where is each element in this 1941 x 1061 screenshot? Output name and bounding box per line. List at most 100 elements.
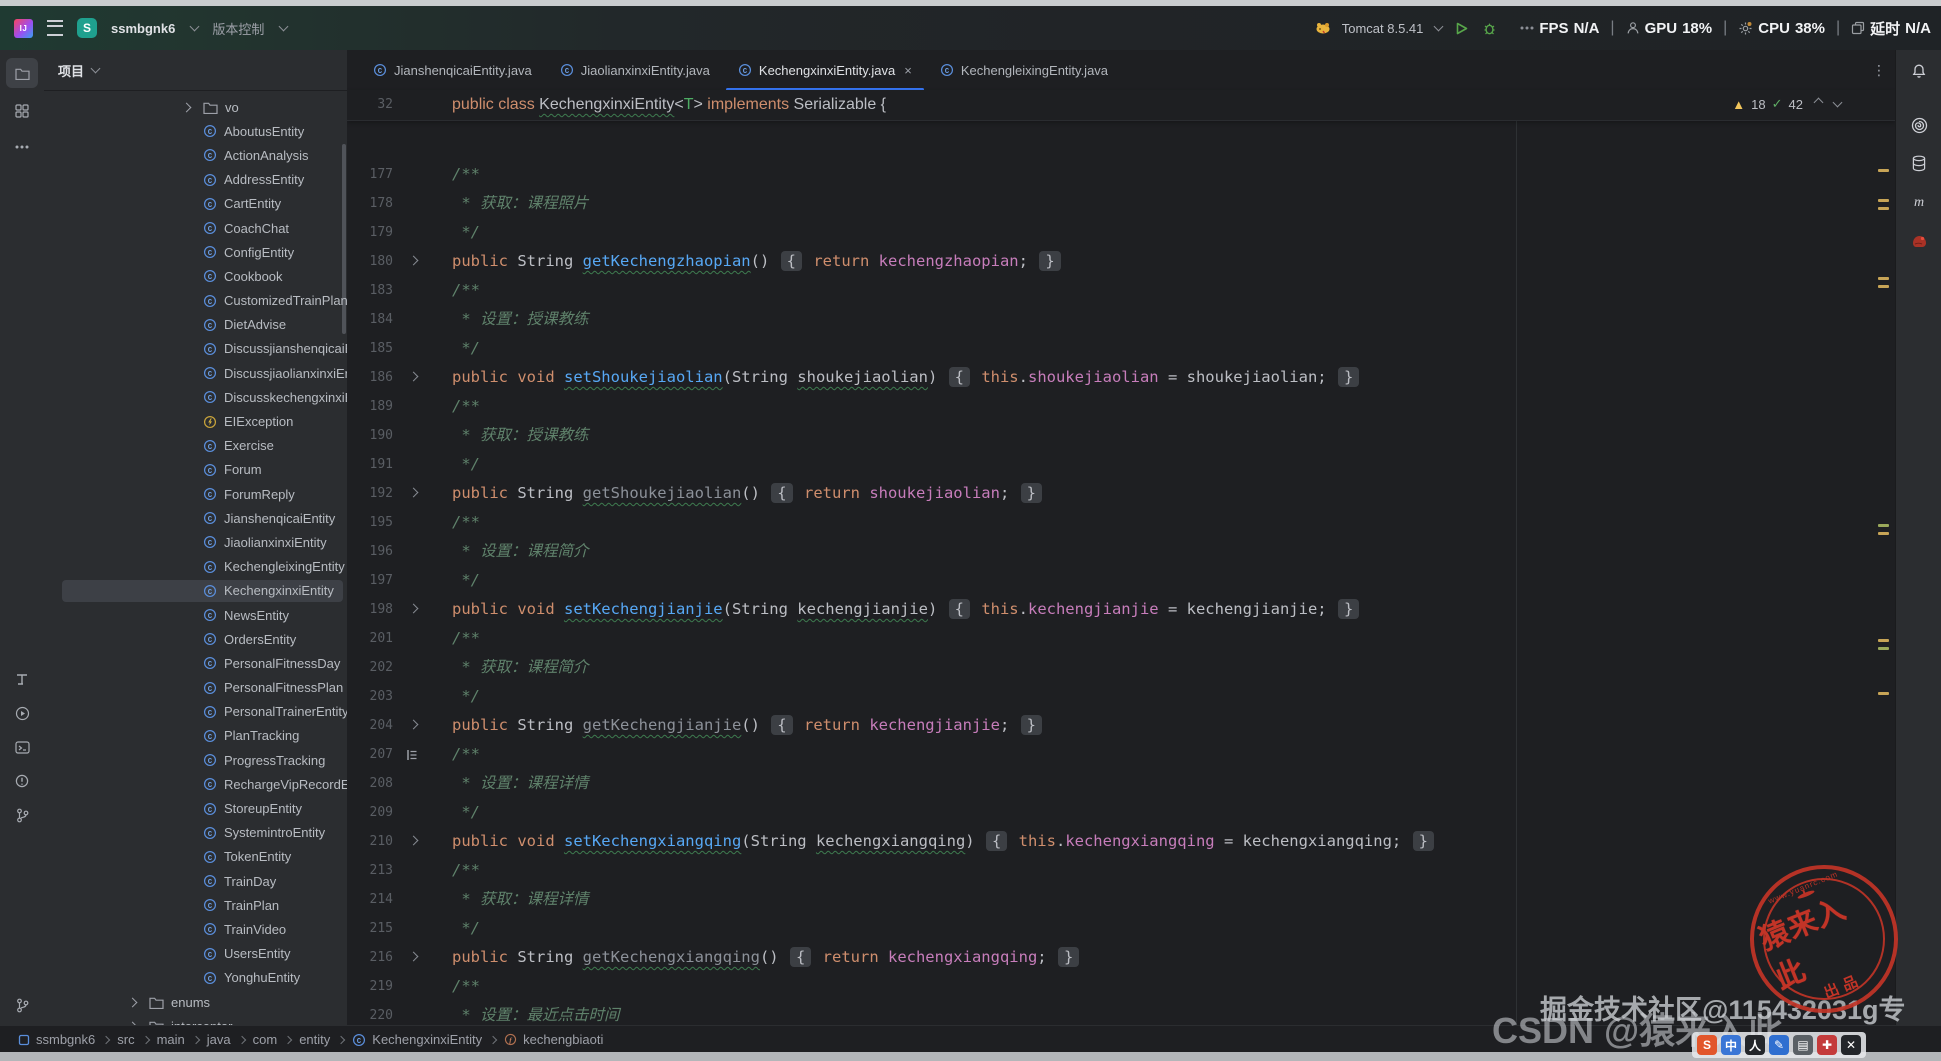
problems-icon[interactable] bbox=[6, 766, 38, 796]
stripe-warning-mark[interactable] bbox=[1878, 277, 1889, 280]
breadcrumb-item-java[interactable]: java bbox=[207, 1032, 231, 1047]
translate-icon[interactable] bbox=[6, 664, 38, 694]
tree-item-rechargeviprecordentity[interactable]: C RechargeVipRecordEntity bbox=[44, 772, 347, 796]
project-folder-icon[interactable] bbox=[6, 58, 38, 88]
tree-item-discussjiaolianxinxientity[interactable]: C DiscussjiaolianxinxiEntity bbox=[44, 361, 347, 385]
maven-icon[interactable]: m bbox=[1906, 188, 1932, 214]
tree-item-personaltrainerentity[interactable]: C PersonalTrainerEntity bbox=[44, 700, 347, 724]
breadcrumb-item-kechengbiaoti[interactable]: f kechengbiaoti bbox=[504, 1032, 603, 1047]
code-line-209[interactable]: 209 */ bbox=[347, 798, 1895, 827]
sticky-class-declaration[interactable]: 32 public class KechengxinxiEntity<T> imp… bbox=[347, 90, 1895, 121]
code-line-196[interactable]: 196 * 设置：课程简介 bbox=[347, 537, 1895, 566]
tab-JianshenqicaiEntity[interactable]: C JianshenqicaiEntity.java bbox=[359, 50, 546, 90]
tree-item-enums[interactable]: enums bbox=[44, 990, 347, 1014]
stripe-warning-mark[interactable] bbox=[1878, 169, 1889, 172]
tree-item-kechengxinxientity[interactable]: C KechengxinxiEntity bbox=[44, 579, 347, 603]
spring-swirl-icon[interactable] bbox=[1906, 112, 1932, 138]
fold-chevron-icon[interactable] bbox=[403, 479, 421, 508]
code-line-208[interactable]: 208 * 设置：课程详情 bbox=[347, 769, 1895, 798]
tree-item-eiexception[interactable]: EIException bbox=[44, 409, 347, 433]
tree-item-exercise[interactable]: C Exercise bbox=[44, 434, 347, 458]
tree-item-storeupentity[interactable]: C StoreupEntity bbox=[44, 796, 347, 820]
tree-item-actionanalysis[interactable]: C ActionAnalysis bbox=[44, 143, 347, 167]
code-line-184[interactable]: 184 * 设置：授课教练 bbox=[347, 305, 1895, 334]
code-line-180[interactable]: 180 public String getKechengzhaopian() { … bbox=[347, 247, 1895, 276]
project-avatar[interactable]: S bbox=[77, 18, 97, 38]
tree-item-vo[interactable]: vo bbox=[44, 95, 347, 119]
ime-tile[interactable]: ▤ bbox=[1793, 1035, 1813, 1055]
code-line-185[interactable]: 185 */ bbox=[347, 334, 1895, 363]
code-line-191[interactable]: 191 */ bbox=[347, 450, 1895, 479]
tree-item-personalfitnessday[interactable]: C PersonalFitnessDay bbox=[44, 651, 347, 675]
code-line-190[interactable]: 190 * 获取：授课教练 bbox=[347, 421, 1895, 450]
tree-item-personalfitnessplan[interactable]: C PersonalFitnessPlan bbox=[44, 676, 347, 700]
ime-toolbar[interactable]: S 中人 ✎ ▤ ✚ ✕ bbox=[1692, 1032, 1866, 1058]
debug-button[interactable] bbox=[1480, 19, 1498, 37]
code-line-201[interactable]: 201 /** bbox=[347, 624, 1895, 653]
code-line-214[interactable]: 214 * 获取：课程详情 bbox=[347, 885, 1895, 914]
stripe-warning-mark[interactable] bbox=[1878, 532, 1889, 535]
notifications-bell-icon[interactable] bbox=[1906, 58, 1932, 84]
tree-item-cookbook[interactable]: C Cookbook bbox=[44, 264, 347, 288]
tree-item-addressentity[interactable]: C AddressEntity bbox=[44, 168, 347, 192]
tree-item-jiaolianxinxientity[interactable]: C JiaolianxinxiEntity bbox=[44, 530, 347, 554]
inspections-widget[interactable]: ▲ 18 ✓ 42 bbox=[1732, 96, 1843, 112]
tree-item-tokenentity[interactable]: C TokenEntity bbox=[44, 845, 347, 869]
fold-chevron-icon[interactable] bbox=[403, 247, 421, 276]
breadcrumb-item-entity[interactable]: entity bbox=[299, 1032, 330, 1047]
run-configuration-select[interactable]: Tomcat 8.5.41 bbox=[1342, 21, 1424, 36]
breadcrumb-item-main[interactable]: main bbox=[157, 1032, 185, 1047]
bookmark-icon[interactable] bbox=[403, 740, 421, 769]
project-panel-header[interactable]: 项目 bbox=[44, 50, 347, 91]
tab-JiaolianxinxiEntity[interactable]: C JiaolianxinxiEntity.java bbox=[546, 50, 724, 90]
tree-item-trainvideo[interactable]: C TrainVideo bbox=[44, 917, 347, 941]
tree-item-forum[interactable]: C Forum bbox=[44, 458, 347, 482]
tree-item-aboutusentity[interactable]: C AboutusEntity bbox=[44, 119, 347, 143]
code-line-189[interactable]: 189 /** bbox=[347, 392, 1895, 421]
tree-item-configentity[interactable]: C ConfigEntity bbox=[44, 240, 347, 264]
tree-item-interceptor[interactable]: interceptor bbox=[44, 1014, 347, 1025]
more-tools-icon[interactable] bbox=[6, 132, 38, 162]
breadcrumb-item-KechengxinxiEntity[interactable]: C KechengxinxiEntity bbox=[352, 1032, 482, 1047]
breadcrumb-item-src[interactable]: src bbox=[117, 1032, 134, 1047]
run-tool-icon[interactable] bbox=[6, 698, 38, 728]
tree-item-usersentity[interactable]: C UsersEntity bbox=[44, 942, 347, 966]
stripe-warning-mark[interactable] bbox=[1878, 524, 1889, 527]
project-name[interactable]: ssmbgnk6 bbox=[111, 21, 175, 36]
tree-item-discusskechengxinxientity[interactable]: C DiscusskechengxinxiEntity bbox=[44, 385, 347, 409]
code-line-195[interactable]: 195 /** bbox=[347, 508, 1895, 537]
tree-item-coachchat[interactable]: C CoachChat bbox=[44, 216, 347, 240]
code-line-204[interactable]: 204 public String getKechengjianjie() { r… bbox=[347, 711, 1895, 740]
code-line-215[interactable]: 215 */ bbox=[347, 914, 1895, 943]
code-line-202[interactable]: 202 * 获取：课程简介 bbox=[347, 653, 1895, 682]
main-menu-icon[interactable] bbox=[47, 20, 63, 36]
tree-item-jianshenqicaientity[interactable]: C JianshenqicaiEntity bbox=[44, 506, 347, 530]
tree-item-discussjianshenqicaientity[interactable]: C DiscussjianshenqicaiEntity bbox=[44, 337, 347, 361]
error-stripe[interactable] bbox=[1877, 90, 1891, 1025]
fold-chevron-icon[interactable] bbox=[403, 595, 421, 624]
run-button[interactable] bbox=[1452, 19, 1470, 37]
tree-item-plantracking[interactable]: C PlanTracking bbox=[44, 724, 347, 748]
ime-tile[interactable]: 中 bbox=[1721, 1035, 1741, 1055]
tree-item-trainday[interactable]: C TrainDay bbox=[44, 869, 347, 893]
tab-close-icon[interactable]: × bbox=[904, 63, 912, 78]
ime-tile[interactable]: ✚ bbox=[1817, 1035, 1837, 1055]
fold-chevron-icon[interactable] bbox=[403, 363, 421, 392]
code-line-186[interactable]: 186 public void setShoukejiaolian(String … bbox=[347, 363, 1895, 392]
ime-tile[interactable]: ✎ bbox=[1769, 1035, 1789, 1055]
code-line-216[interactable]: 216 public String getKechengxiangqing() {… bbox=[347, 943, 1895, 972]
tree-item-ordersentity[interactable]: C OrdersEntity bbox=[44, 627, 347, 651]
code-line-197[interactable]: 197 */ bbox=[347, 566, 1895, 595]
code-viewport[interactable]: 177/** 178 * 获取：课程照片 179 */180 public Strin… bbox=[347, 90, 1895, 1025]
stripe-warning-mark[interactable] bbox=[1878, 639, 1889, 642]
code-line-192[interactable]: 192 public String getShoukejiaolian() { r… bbox=[347, 479, 1895, 508]
breadcrumb-item-ssmbgnk6[interactable]: ssmbgnk6 bbox=[18, 1032, 95, 1047]
git-icon[interactable] bbox=[6, 800, 38, 830]
tree-item-progresstracking[interactable]: C ProgressTracking bbox=[44, 748, 347, 772]
vcs-widget[interactable]: 版本控制 bbox=[212, 19, 264, 38]
tree-item-yonghuentity[interactable]: C YonghuEntity bbox=[44, 966, 347, 990]
tree-item-customizedtrainplan[interactable]: C CustomizedTrainPlan bbox=[44, 289, 347, 313]
plugin-red-icon[interactable] bbox=[1906, 228, 1932, 254]
tree-item-trainplan[interactable]: C TrainPlan bbox=[44, 893, 347, 917]
code-line-203[interactable]: 203 */ bbox=[347, 682, 1895, 711]
